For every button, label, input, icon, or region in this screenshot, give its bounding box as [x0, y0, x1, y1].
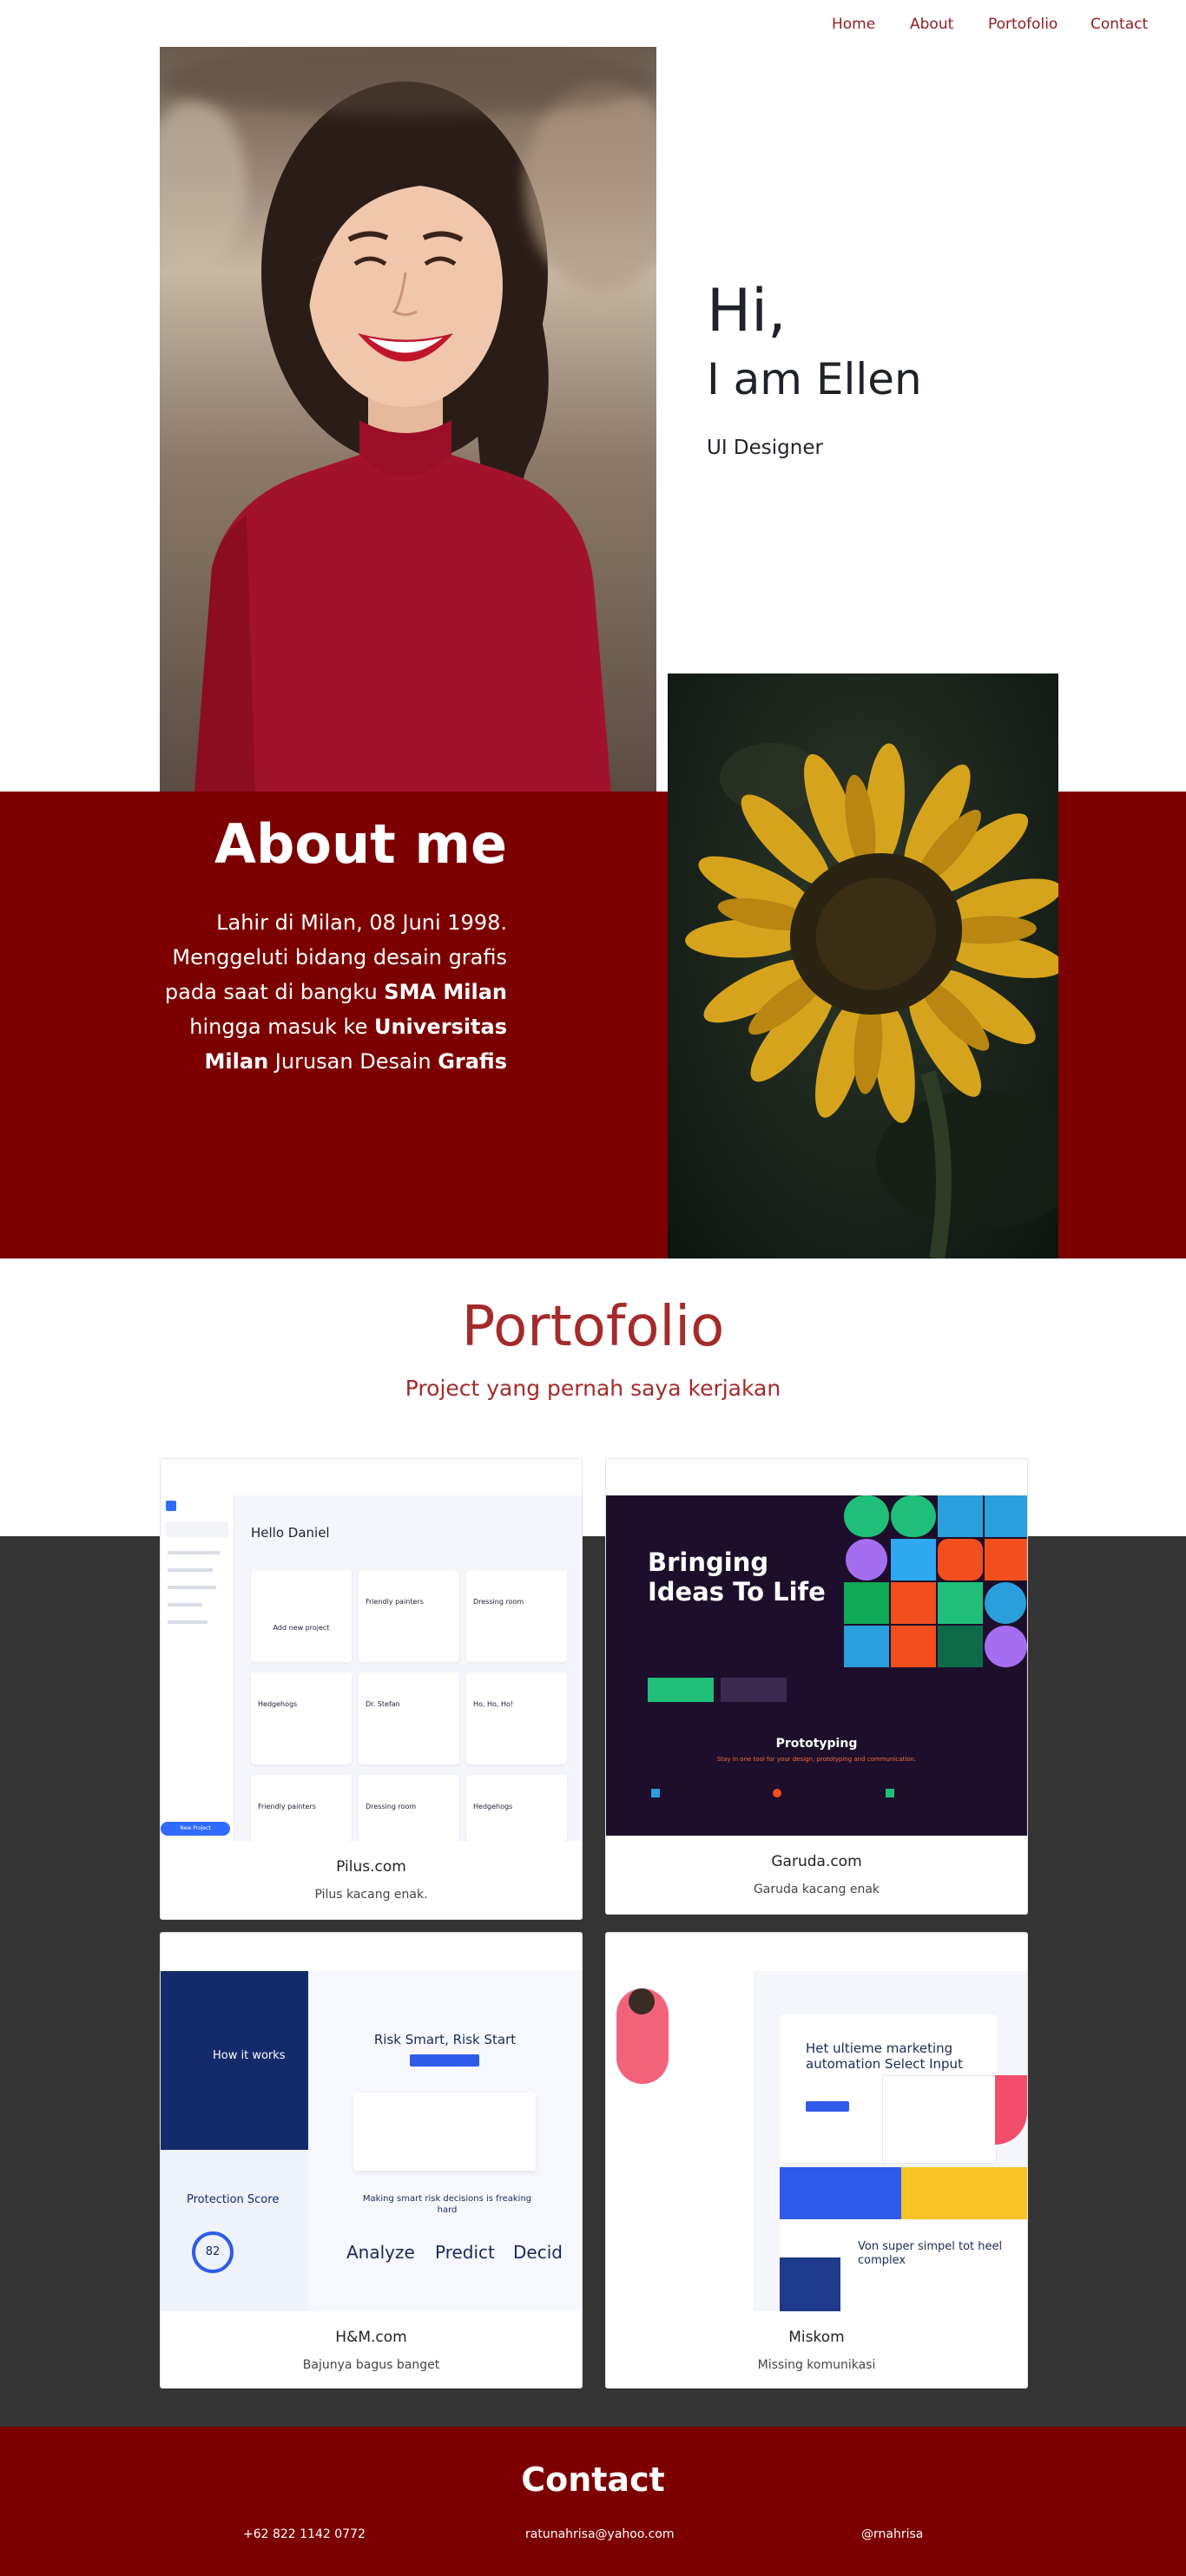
portfolio-card-pilus[interactable]: New Project Hello Daniel Add new project…: [160, 1458, 583, 1920]
project-card: Hedgehogs: [466, 1775, 567, 1841]
card-description: Missing komunikasi: [757, 2358, 876, 2372]
about-text: Lahir di Milan, 08 Juni 1998. Menggeluti…: [130, 905, 507, 1079]
project-card: Hedgehogs: [251, 1672, 352, 1764]
dashboard-sidebar: New Project: [161, 1495, 234, 1841]
contact-phone[interactable]: +62 822 1142 0772: [243, 2527, 366, 2541]
top-nav: Home About Portofolio Contact: [0, 0, 1186, 47]
hm-thumbnail: How it works Risk Smart, Risk Start Maki…: [161, 1971, 582, 2311]
portfolio-title: Portofolio: [461, 1295, 725, 1359]
card-title[interactable]: H&M.com: [161, 2329, 582, 2346]
protection-score-label: Protection Score: [187, 2193, 280, 2206]
contact-email[interactable]: ratunahrisa@yahoo.com: [525, 2527, 675, 2541]
about-line-1: Lahir di Milan, 08 Juni 1998.: [216, 910, 507, 935]
about-major: Grafis: [438, 1049, 507, 1074]
card-description: Garuda kacang enak: [753, 1883, 880, 1896]
project-card: Friendly painters: [359, 1570, 459, 1662]
hm-hero-title: Risk Smart, Risk Start: [373, 2032, 517, 2047]
contact-title: Contact: [521, 2461, 665, 2499]
garuda-section-title: Prototyping: [775, 1737, 858, 1751]
sunflower-photo: [668, 674, 1058, 1258]
nav-about-link[interactable]: About: [910, 16, 953, 33]
garuda-headline-1: Bringing: [648, 1548, 769, 1577]
card-title[interactable]: Miskom: [606, 2329, 1027, 2346]
miskom-bottom-text: Von super simpel tot heel complex: [858, 2240, 1003, 2267]
project-card: Dressing room: [466, 1570, 567, 1662]
hero-role: UI Designer: [707, 437, 823, 459]
card-description: Bajunya bagus banget: [302, 2358, 440, 2372]
project-card: Dr. Stefan: [359, 1672, 459, 1764]
about-line-5: Jurusan Desain: [268, 1049, 438, 1074]
about-city: Milan: [204, 1049, 269, 1074]
card-title[interactable]: Garuda.com: [606, 1853, 1027, 1870]
project-card: Dressing room: [359, 1775, 459, 1841]
hero-greeting: Hi,: [707, 277, 787, 345]
miskom-headline: Het ultieme marketing automation Select …: [806, 2040, 963, 2072]
project-card: Friendly painters: [251, 1775, 352, 1841]
nav-home-link[interactable]: Home: [832, 16, 875, 33]
portfolio-card-miskom[interactable]: Het ultieme marketing automation Select …: [605, 1932, 1028, 2389]
about-line-4: hingga masuk ke: [189, 1015, 374, 1039]
nav-portfolio-link[interactable]: Portofolio: [988, 16, 1058, 33]
dashboard-greeting: Hello Daniel: [251, 1525, 330, 1541]
nav-contact-link[interactable]: Contact: [1090, 16, 1148, 33]
about-line-2: Menggeluti bidang desain grafis: [172, 945, 507, 969]
about-university: Universitas: [373, 1015, 507, 1039]
hero-name: I am Ellen: [707, 354, 922, 404]
add-project-card: Add new project: [251, 1570, 352, 1662]
about-line-3: pada saat di bangku: [164, 980, 385, 1004]
portfolio-card-hm[interactable]: How it works Risk Smart, Risk Start Maki…: [160, 1932, 583, 2389]
profile-photo: [160, 47, 656, 792]
portfolio-subtitle: Project yang pernah saya kerjakan: [405, 1376, 781, 1401]
pilus-thumbnail: New Project Hello Daniel Add new project…: [161, 1495, 582, 1841]
about-school: SMA Milan: [384, 980, 507, 1004]
project-card: Ho, Ho, Ho!: [466, 1672, 567, 1764]
app-logo-icon: [166, 1501, 176, 1511]
new-project-button: New Project: [161, 1822, 230, 1836]
figma-shapes-illustration: [844, 1495, 1027, 1667]
card-description: Pilus kacang enak.: [314, 1888, 428, 1902]
about-title: About me: [214, 812, 507, 876]
contact-section: [0, 2427, 1186, 2576]
garuda-tagline: Stay in one tool for your design, protot…: [716, 1756, 917, 1763]
contact-social-handle[interactable]: @rnahrisa: [861, 2527, 923, 2541]
protection-score-value: 82: [192, 2231, 234, 2273]
portfolio-card-garuda[interactable]: Bringing Ideas To Life Prototyping Stay …: [605, 1458, 1028, 1915]
miskom-thumbnail: Het ultieme marketing automation Select …: [606, 1971, 1027, 2311]
card-title[interactable]: Pilus.com: [161, 1858, 582, 1876]
garuda-thumbnail: Bringing Ideas To Life Prototyping Stay …: [606, 1495, 1027, 1836]
garuda-headline-2: Ideas To Life: [648, 1577, 826, 1607]
sunflower-illustration: [685, 743, 1058, 1258]
